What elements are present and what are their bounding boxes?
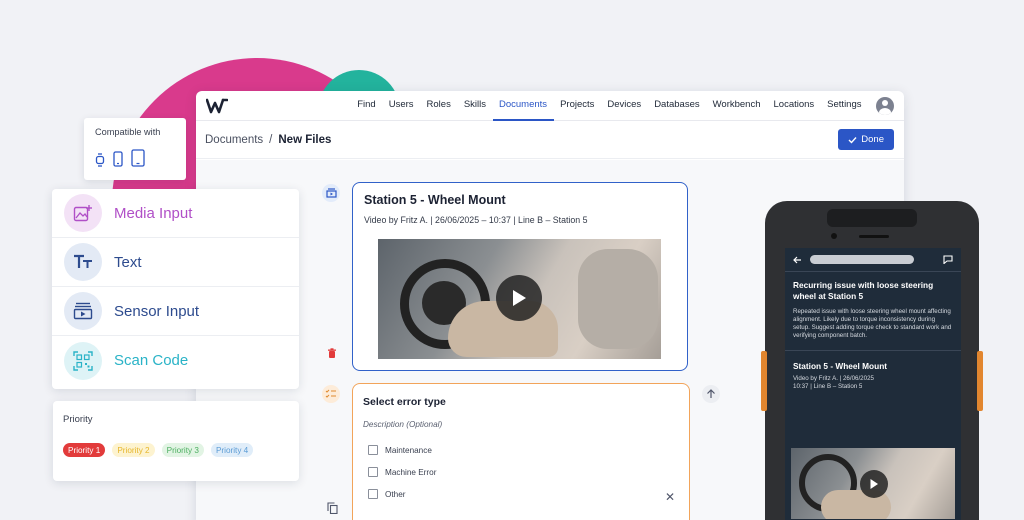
compatible-label: Compatible with	[95, 127, 161, 137]
nav-item-roles[interactable]: Roles	[420, 91, 457, 121]
nav-item-find[interactable]: Find	[351, 91, 382, 121]
logo-icon[interactable]	[206, 97, 228, 115]
nav-item-skills[interactable]: Skills	[457, 91, 492, 121]
mobile-video-thumbnail[interactable]	[791, 448, 955, 519]
video-card-subtitle: Video by Fritz A. | 26/06/2025 – 10:37 |…	[364, 215, 588, 225]
checklist-icon[interactable]	[322, 385, 340, 403]
play-icon[interactable]	[496, 275, 542, 321]
mobile-screen: Recurring issue with loose steering whee…	[785, 248, 961, 520]
watch-icon	[95, 153, 105, 167]
user-avatar[interactable]	[876, 96, 894, 115]
mobile-issue-text: Repeated issue with loose steering wheel…	[793, 308, 952, 339]
input-types-panel: Media Input Text Sensor Input Scan Code	[52, 189, 299, 389]
check-icon	[848, 136, 857, 144]
nav-item-databases[interactable]: Databases	[648, 91, 706, 121]
input-type-label: Text	[114, 253, 142, 271]
option-maintenance[interactable]: Maintenance	[363, 445, 679, 455]
done-button[interactable]: Done	[838, 129, 894, 150]
mobile-video-title: Station 5 - Wheel Mount	[793, 361, 888, 371]
option-other[interactable]: Other	[363, 489, 679, 499]
back-arrow-icon[interactable]	[793, 256, 802, 264]
qr-code-icon	[64, 341, 102, 380]
error-card-title: Select error type	[363, 396, 446, 408]
option-label: Maintenance	[385, 445, 432, 455]
input-type-sensor[interactable]: Sensor Input	[52, 287, 299, 336]
option-label: Machine Error	[385, 467, 437, 477]
mobile-video-meta-2: 10:37 | Line B – Station 5	[793, 383, 863, 390]
mobile-issue-title: Recurring issue with loose steering whee…	[793, 280, 934, 301]
input-type-scan[interactable]: Scan Code	[52, 336, 299, 385]
delete-icon[interactable]	[323, 344, 341, 362]
input-type-label: Sensor Input	[114, 302, 200, 320]
close-icon[interactable]: ✕	[665, 490, 675, 504]
camera	[831, 233, 837, 239]
main-nav: Find Users Roles Skills Documents Projec…	[351, 91, 894, 121]
mobile-video-meta-1: Video by Fritz A. | 26/06/2025	[793, 375, 874, 382]
mobile-search-bar[interactable]	[810, 255, 914, 264]
done-button-label: Done	[861, 134, 884, 145]
checkbox[interactable]	[368, 489, 378, 499]
nav-item-devices[interactable]: Devices	[601, 91, 648, 121]
video-card-title: Station 5 - Wheel Mount	[364, 193, 506, 207]
input-type-label: Media Input	[114, 204, 193, 222]
copy-icon[interactable]	[323, 499, 341, 517]
mobile-header	[785, 248, 961, 272]
priority-panel: Priority Priority 1 Priority 2 Priority …	[53, 401, 299, 481]
device-side-button	[761, 351, 767, 411]
nav-item-documents[interactable]: Documents	[492, 91, 554, 121]
breadcrumb-separator: /	[269, 133, 273, 146]
error-type-card[interactable]: Select error type Description (Optional)…	[352, 383, 690, 520]
mobile-device: Recurring issue with loose steering whee…	[761, 201, 983, 520]
comment-icon[interactable]	[943, 255, 953, 264]
nav-item-locations[interactable]: Locations	[767, 91, 821, 121]
breadcrumb-parent[interactable]: Documents	[205, 134, 263, 146]
breadcrumb-bar: Documents / New Files Done	[196, 121, 904, 159]
text-icon	[64, 243, 102, 281]
phone-icon	[113, 151, 123, 167]
option-label: Other	[385, 489, 406, 499]
error-card-description[interactable]: Description (Optional)	[363, 420, 679, 429]
video-thumbnail[interactable]	[378, 239, 661, 359]
top-nav-bar: Find Users Roles Skills Documents Projec…	[196, 91, 904, 121]
nav-item-settings[interactable]: Settings	[821, 91, 868, 121]
checkbox[interactable]	[368, 467, 378, 477]
image-add-icon	[64, 194, 102, 232]
tablet-icon	[131, 149, 145, 167]
play-icon[interactable]	[860, 470, 888, 498]
move-up-icon[interactable]	[702, 385, 720, 403]
priority-tag-2[interactable]: Priority 2	[112, 443, 155, 457]
priority-tag-3[interactable]: Priority 3	[161, 443, 204, 457]
checkbox[interactable]	[368, 445, 378, 455]
breadcrumb-current: New Files	[278, 133, 332, 146]
sensor-icon	[64, 292, 102, 330]
input-type-label: Scan Code	[114, 352, 189, 369]
input-type-media[interactable]: Media Input	[52, 189, 299, 238]
priority-tag-4[interactable]: Priority 4	[210, 443, 254, 457]
video-card[interactable]: Station 5 - Wheel Mount Video by Fritz A…	[352, 182, 688, 371]
device-top	[827, 209, 917, 227]
speaker	[859, 235, 889, 238]
nav-item-workbench[interactable]: Workbench	[706, 91, 767, 121]
compatible-devices-panel: Compatible with	[84, 118, 186, 180]
device-icons	[95, 149, 175, 167]
priority-tag-1[interactable]: Priority 1	[63, 443, 106, 457]
device-side-button	[977, 351, 983, 411]
nav-item-users[interactable]: Users	[382, 91, 420, 121]
option-machine-error[interactable]: Machine Error	[363, 467, 679, 477]
nav-item-projects[interactable]: Projects	[554, 91, 601, 121]
priority-tags: Priority 1 Priority 2 Priority 3 Priorit…	[63, 443, 289, 457]
priority-label: Priority	[63, 414, 93, 425]
sensor-icon[interactable]	[322, 184, 340, 202]
input-type-text[interactable]: Text	[52, 238, 299, 287]
